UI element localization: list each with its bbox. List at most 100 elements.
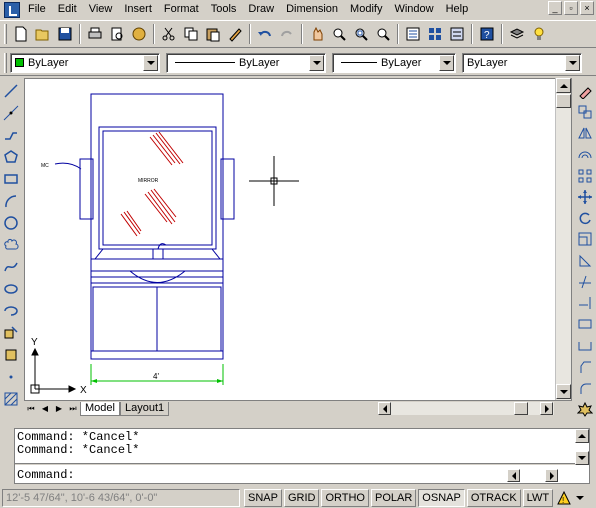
tab-model[interactable]: Model — [80, 401, 120, 416]
osnap-toggle[interactable]: OSNAP — [418, 489, 465, 507]
hatch-icon[interactable] — [1, 388, 21, 410]
next-tab-icon[interactable]: ▶ — [52, 402, 66, 416]
toolbar-grip[interactable] — [4, 52, 7, 73]
menu-edit[interactable]: Edit — [52, 0, 83, 19]
ellipse-icon[interactable] — [1, 278, 21, 300]
menu-window[interactable]: Window — [388, 0, 439, 19]
stretch-icon[interactable] — [575, 250, 595, 271]
tool-palettes-icon[interactable] — [446, 23, 468, 45]
layer-light-icon[interactable] — [528, 23, 550, 45]
move-icon[interactable] — [575, 186, 595, 207]
fillet-icon[interactable] — [575, 378, 595, 399]
copy-icon[interactable] — [180, 23, 202, 45]
status-menu-chevron-down-icon[interactable] — [573, 489, 587, 507]
polyline-icon[interactable] — [1, 124, 21, 146]
menu-view[interactable]: View — [83, 0, 119, 19]
layer-manager-icon[interactable] — [506, 23, 528, 45]
menu-insert[interactable]: Insert — [118, 0, 158, 19]
command-prompt[interactable]: Command: — [17, 469, 75, 482]
offset-icon[interactable] — [575, 144, 595, 165]
polar-toggle[interactable]: POLAR — [371, 489, 417, 507]
menu-tools[interactable]: Tools — [205, 0, 243, 19]
menu-dimension[interactable]: Dimension — [280, 0, 344, 19]
last-tab-icon[interactable]: ⏭ — [66, 402, 80, 416]
scroll-left-icon[interactable] — [378, 402, 391, 415]
spline-icon[interactable] — [1, 256, 21, 278]
design-center-icon[interactable] — [424, 23, 446, 45]
new-icon[interactable] — [10, 23, 32, 45]
snap-toggle[interactable]: SNAP — [244, 489, 282, 507]
publish-icon[interactable] — [128, 23, 150, 45]
previous-tab-icon[interactable]: ◀ — [38, 402, 52, 416]
trim-icon[interactable] — [575, 271, 595, 292]
scale-icon[interactable] — [575, 229, 595, 250]
help-icon[interactable]: ? — [476, 23, 498, 45]
ellipse-arc-icon[interactable] — [1, 300, 21, 322]
scroll-down-icon[interactable] — [556, 384, 571, 399]
print-icon[interactable] — [84, 23, 106, 45]
toolbar-grip[interactable] — [4, 24, 7, 44]
restore-button[interactable]: ▫ — [564, 1, 578, 15]
scroll-thumb[interactable] — [556, 94, 571, 108]
explode-icon[interactable] — [575, 399, 595, 420]
menu-help[interactable]: Help — [440, 0, 475, 19]
properties-icon[interactable] — [402, 23, 424, 45]
autocad-logo-icon[interactable] — [4, 1, 20, 18]
menu-modify[interactable]: Modify — [344, 0, 388, 19]
paste-icon[interactable] — [202, 23, 224, 45]
menu-format[interactable]: Format — [158, 0, 205, 19]
cmd-scroll-left-icon[interactable] — [507, 469, 520, 482]
chevron-down-icon[interactable] — [309, 54, 324, 71]
zoom-previous-icon[interactable] — [372, 23, 394, 45]
match-properties-icon[interactable] — [224, 23, 246, 45]
cut-icon[interactable] — [158, 23, 180, 45]
menu-draw[interactable]: Draw — [242, 0, 280, 19]
chevron-down-icon[interactable] — [439, 54, 454, 71]
communication-center-icon[interactable]: ! — [555, 489, 573, 507]
undo-icon[interactable] — [254, 23, 276, 45]
zoom-realtime-icon[interactable] — [328, 23, 350, 45]
polygon-icon[interactable] — [1, 146, 21, 168]
zoom-window-icon[interactable] — [350, 23, 372, 45]
drawing-canvas[interactable]: 4' MIRROR MC Y X — [24, 78, 572, 415]
chevron-down-icon[interactable] — [143, 54, 158, 71]
scroll-up-icon[interactable] — [556, 78, 571, 93]
open-icon[interactable] — [32, 23, 54, 45]
revision-cloud-icon[interactable] — [1, 234, 21, 256]
arc-icon[interactable] — [1, 190, 21, 212]
linetype-control-dropdown[interactable]: ByLayer — [166, 52, 326, 73]
color-control-dropdown[interactable]: ByLayer — [10, 52, 160, 73]
pan-icon[interactable] — [306, 23, 328, 45]
command-window[interactable]: Command: *Cancel* Command: *Cancel* Comm… — [14, 428, 590, 484]
mirror-icon[interactable] — [575, 123, 595, 144]
cmd-scroll-down-icon[interactable] — [575, 451, 589, 465]
make-block-icon[interactable] — [1, 344, 21, 366]
cmd-scroll-up-icon[interactable] — [575, 429, 589, 443]
coordinate-display[interactable]: 12'-5 47/64", 10'-6 43/64", 0'-0" — [2, 489, 240, 507]
lineweight-control-dropdown[interactable]: ByLayer — [332, 52, 456, 73]
minimize-button[interactable]: _ — [548, 1, 562, 15]
save-icon[interactable] — [54, 23, 76, 45]
ortho-toggle[interactable]: ORTHO — [321, 489, 369, 507]
first-tab-icon[interactable]: ⏮ — [24, 402, 38, 416]
scroll-thumb-horizontal[interactable] — [514, 402, 528, 415]
circle-icon[interactable] — [1, 212, 21, 234]
plotstyle-control-dropdown[interactable]: ByLayer — [462, 52, 582, 73]
close-button[interactable]: × — [580, 1, 594, 15]
copy-object-icon[interactable] — [575, 101, 595, 122]
menu-file[interactable]: File — [22, 0, 52, 19]
insert-block-icon[interactable] — [1, 322, 21, 344]
construction-line-icon[interactable] — [1, 102, 21, 124]
cmd-scroll-right-icon[interactable] — [545, 469, 558, 482]
extend-icon[interactable] — [575, 293, 595, 314]
print-preview-icon[interactable] — [106, 23, 128, 45]
grid-toggle[interactable]: GRID — [283, 489, 320, 507]
point-icon[interactable] — [1, 366, 21, 388]
lwt-toggle[interactable]: LWT — [522, 489, 554, 507]
array-icon[interactable] — [575, 165, 595, 186]
chevron-down-icon[interactable] — [565, 54, 580, 71]
tab-layout1[interactable]: Layout1 — [119, 401, 170, 416]
rectangle-icon[interactable] — [1, 168, 21, 190]
otrack-toggle[interactable]: OTRACK — [466, 489, 521, 507]
redo-icon[interactable] — [276, 23, 298, 45]
